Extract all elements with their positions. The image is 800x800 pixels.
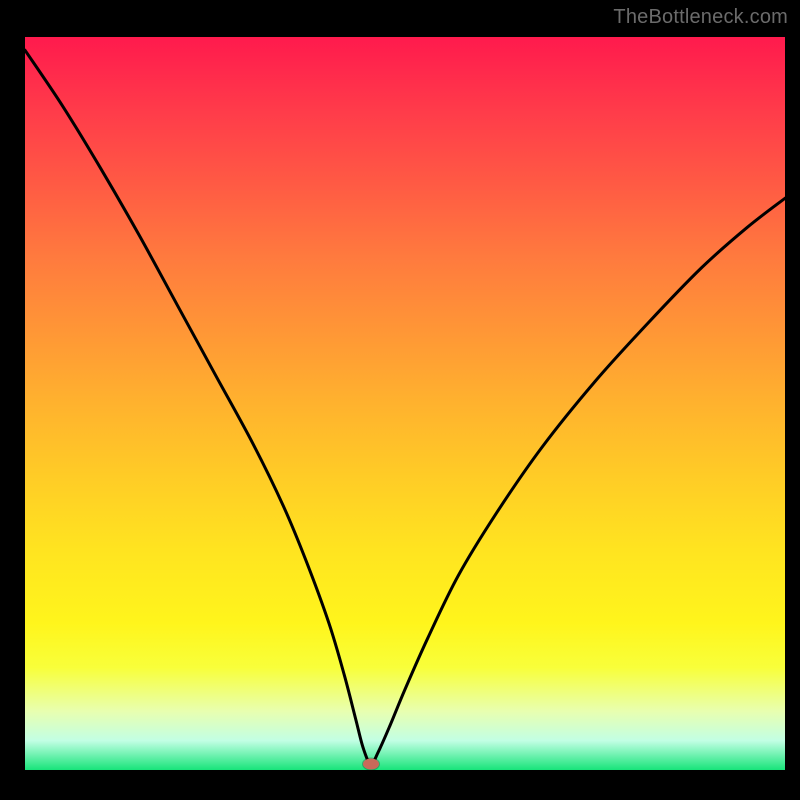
curve-line	[25, 37, 785, 770]
plot-area	[25, 37, 785, 770]
chart-container: TheBottleneck.com	[0, 0, 800, 800]
minimum-marker	[363, 759, 379, 770]
watermark-text: TheBottleneck.com	[613, 6, 788, 29]
